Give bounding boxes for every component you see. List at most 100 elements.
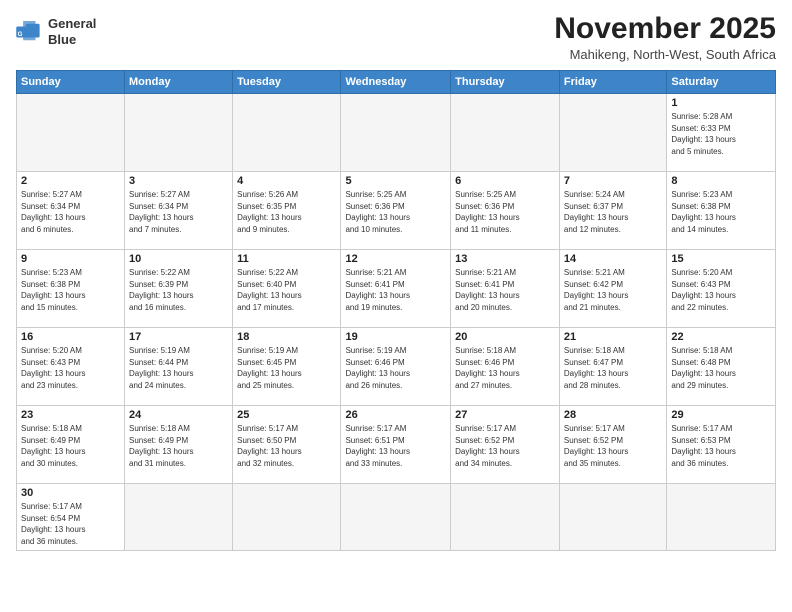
calendar-week-4: 16Sunrise: 5:20 AMSunset: 6:43 PMDayligh… bbox=[17, 328, 776, 406]
day-info: Sunrise: 5:24 AMSunset: 6:37 PMDaylight:… bbox=[564, 189, 662, 235]
day-number: 11 bbox=[237, 253, 336, 265]
calendar-cell: 30 Sunrise: 5:17 AMSunset: 6:54 PMDayligh… bbox=[17, 484, 125, 551]
day-number: 26 bbox=[345, 409, 446, 421]
header: G General Blue November 2025 Mahikeng, N… bbox=[16, 12, 776, 62]
day-number: 18 bbox=[237, 331, 336, 343]
calendar-cell bbox=[17, 94, 125, 172]
day-info: Sunrise: 5:17 AMSunset: 6:50 PMDaylight:… bbox=[237, 423, 336, 469]
day-number: 21 bbox=[564, 331, 662, 343]
weekday-header-tuesday: Tuesday bbox=[233, 71, 341, 94]
day-info: Sunrise: 5:18 AMSunset: 6:48 PMDaylight:… bbox=[671, 345, 771, 391]
day-info: Sunrise: 5:19 AMSunset: 6:45 PMDaylight:… bbox=[237, 345, 336, 391]
day-number: 8 bbox=[671, 175, 771, 187]
calendar-cell: 2Sunrise: 5:27 AMSunset: 6:34 PMDaylight… bbox=[17, 172, 125, 250]
calendar-cell: 29Sunrise: 5:17 AMSunset: 6:53 PMDayligh… bbox=[667, 406, 776, 484]
calendar-cell: 10Sunrise: 5:22 AMSunset: 6:39 PMDayligh… bbox=[125, 250, 233, 328]
day-number: 4 bbox=[237, 175, 336, 187]
logo-general: General bbox=[48, 16, 96, 31]
logo-blue: Blue bbox=[48, 32, 76, 47]
day-number: 14 bbox=[564, 253, 662, 265]
calendar-cell: 11 Sunrise: 5:22 AMSunset: 6:40 PMDayligh… bbox=[233, 250, 341, 328]
calendar-cell: 24Sunrise: 5:18 AMSunset: 6:49 PMDayligh… bbox=[125, 406, 233, 484]
day-number: 28 bbox=[564, 409, 662, 421]
day-number: 17 bbox=[129, 331, 228, 343]
logo-text: General Blue bbox=[48, 16, 96, 47]
calendar-cell: 15Sunrise: 5:20 AMSunset: 6:43 PMDayligh… bbox=[667, 250, 776, 328]
day-info: Sunrise: 5:28 AMSunset: 6:33 PMDaylight:… bbox=[671, 111, 771, 157]
day-info: Sunrise: 5:18 AMSunset: 6:46 PMDaylight:… bbox=[455, 345, 555, 391]
day-number: 19 bbox=[345, 331, 446, 343]
calendar-cell: 18 Sunrise: 5:19 AMSunset: 6:45 PMDayligh… bbox=[233, 328, 341, 406]
page: G General Blue November 2025 Mahikeng, N… bbox=[0, 0, 792, 612]
day-number: 9 bbox=[21, 253, 120, 265]
calendar-cell bbox=[125, 484, 233, 551]
calendar-cell bbox=[559, 484, 666, 551]
day-number: 22 bbox=[671, 331, 771, 343]
day-number: 30 bbox=[21, 487, 120, 499]
day-info: Sunrise: 5:27 AMSunset: 6:34 PMDaylight:… bbox=[129, 189, 228, 235]
location-subtitle: Mahikeng, North-West, South Africa bbox=[554, 47, 776, 62]
calendar-cell bbox=[233, 484, 341, 551]
weekday-header-sunday: Sunday bbox=[17, 71, 125, 94]
calendar-cell: 25 Sunrise: 5:17 AMSunset: 6:50 PMDayligh… bbox=[233, 406, 341, 484]
calendar-cell: 19 Sunrise: 5:19 AMSunset: 6:46 PMDayligh… bbox=[341, 328, 451, 406]
calendar-cell bbox=[667, 484, 776, 551]
calendar-cell: 22 Sunrise: 5:18 AMSunset: 6:48 PMDayligh… bbox=[667, 328, 776, 406]
day-number: 23 bbox=[21, 409, 120, 421]
day-info: Sunrise: 5:19 AMSunset: 6:46 PMDaylight:… bbox=[345, 345, 446, 391]
day-info: Sunrise: 5:26 AMSunset: 6:35 PMDaylight:… bbox=[237, 189, 336, 235]
day-info: Sunrise: 5:22 AMSunset: 6:40 PMDaylight:… bbox=[237, 267, 336, 313]
svg-text:G: G bbox=[18, 31, 23, 38]
calendar-table: SundayMondayTuesdayWednesdayThursdayFrid… bbox=[16, 70, 776, 551]
weekday-header-monday: Monday bbox=[125, 71, 233, 94]
weekday-header-friday: Friday bbox=[559, 71, 666, 94]
weekday-header-thursday: Thursday bbox=[451, 71, 560, 94]
calendar-cell: 5Sunrise: 5:25 AMSunset: 6:36 PMDaylight… bbox=[341, 172, 451, 250]
calendar-cell: 13Sunrise: 5:21 AMSunset: 6:41 PMDayligh… bbox=[451, 250, 560, 328]
day-number: 27 bbox=[455, 409, 555, 421]
day-number: 1 bbox=[671, 97, 771, 109]
day-info: Sunrise: 5:18 AMSunset: 6:49 PMDaylight:… bbox=[21, 423, 120, 469]
day-number: 29 bbox=[671, 409, 771, 421]
day-number: 3 bbox=[129, 175, 228, 187]
calendar-cell: 12Sunrise: 5:21 AMSunset: 6:41 PMDayligh… bbox=[341, 250, 451, 328]
day-info: Sunrise: 5:17 AMSunset: 6:52 PMDaylight:… bbox=[564, 423, 662, 469]
day-number: 13 bbox=[455, 253, 555, 265]
calendar-cell: 27 Sunrise: 5:17 AMSunset: 6:52 PMDayligh… bbox=[451, 406, 560, 484]
day-number: 24 bbox=[129, 409, 228, 421]
calendar-cell bbox=[233, 94, 341, 172]
calendar-cell bbox=[451, 94, 560, 172]
day-info: Sunrise: 5:25 AMSunset: 6:36 PMDaylight:… bbox=[345, 189, 446, 235]
calendar-cell: 4 Sunrise: 5:26 AMSunset: 6:35 PMDaylight… bbox=[233, 172, 341, 250]
title-block: November 2025 Mahikeng, North-West, Sout… bbox=[554, 12, 776, 62]
calendar-cell: 8 Sunrise: 5:23 AMSunset: 6:38 PMDaylight… bbox=[667, 172, 776, 250]
day-number: 10 bbox=[129, 253, 228, 265]
day-number: 16 bbox=[21, 331, 120, 343]
day-number: 2 bbox=[21, 175, 120, 187]
calendar-cell: 3 Sunrise: 5:27 AMSunset: 6:34 PMDaylight… bbox=[125, 172, 233, 250]
calendar-cell: 20 Sunrise: 5:18 AMSunset: 6:46 PMDayligh… bbox=[451, 328, 560, 406]
day-info: Sunrise: 5:23 AMSunset: 6:38 PMDaylight:… bbox=[21, 267, 120, 313]
day-info: Sunrise: 5:17 AMSunset: 6:54 PMDaylight:… bbox=[21, 501, 120, 547]
calendar-cell: 28 Sunrise: 5:17 AMSunset: 6:52 PMDayligh… bbox=[559, 406, 666, 484]
day-number: 7 bbox=[564, 175, 662, 187]
day-info: Sunrise: 5:17 AMSunset: 6:52 PMDaylight:… bbox=[455, 423, 555, 469]
calendar-week-1: 1 Sunrise: 5:28 AMSunset: 6:33 PMDaylight… bbox=[17, 94, 776, 172]
day-info: Sunrise: 5:17 AMSunset: 6:51 PMDaylight:… bbox=[345, 423, 446, 469]
calendar-cell: 26 Sunrise: 5:17 AMSunset: 6:51 PMDayligh… bbox=[341, 406, 451, 484]
calendar-week-6: 30 Sunrise: 5:17 AMSunset: 6:54 PMDayligh… bbox=[17, 484, 776, 551]
calendar-week-3: 9 Sunrise: 5:23 AMSunset: 6:38 PMDaylight… bbox=[17, 250, 776, 328]
day-number: 6 bbox=[455, 175, 555, 187]
calendar-cell bbox=[341, 94, 451, 172]
calendar-cell: 23 Sunrise: 5:18 AMSunset: 6:49 PMDayligh… bbox=[17, 406, 125, 484]
day-number: 20 bbox=[455, 331, 555, 343]
weekday-header-row: SundayMondayTuesdayWednesdayThursdayFrid… bbox=[17, 71, 776, 94]
calendar-cell bbox=[341, 484, 451, 551]
calendar-week-2: 2 Sunrise: 5:27 AMSunset: 6:34 PMDaylight… bbox=[17, 172, 776, 250]
calendar-cell: 21Sunrise: 5:18 AMSunset: 6:47 PMDayligh… bbox=[559, 328, 666, 406]
weekday-header-saturday: Saturday bbox=[667, 71, 776, 94]
day-info: Sunrise: 5:23 AMSunset: 6:38 PMDaylight:… bbox=[671, 189, 771, 235]
day-number: 12 bbox=[345, 253, 446, 265]
calendar-cell bbox=[559, 94, 666, 172]
day-number: 25 bbox=[237, 409, 336, 421]
